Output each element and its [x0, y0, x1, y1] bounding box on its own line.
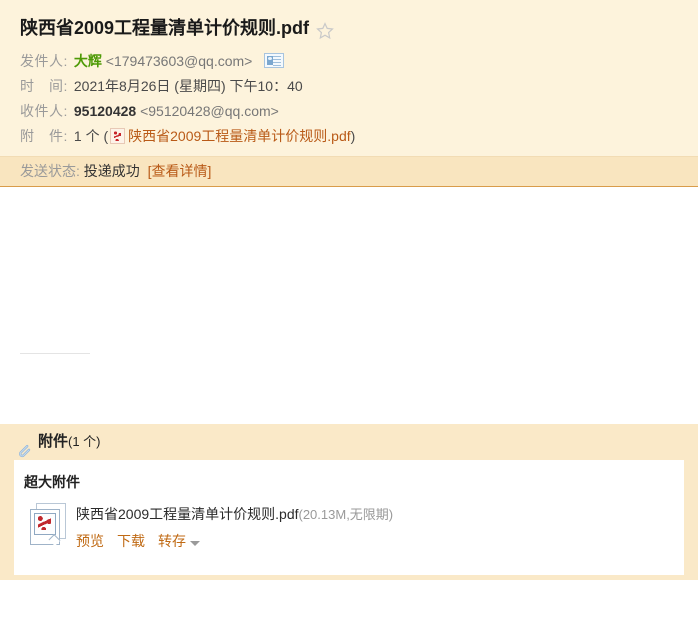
vcard-lines-glyph — [273, 56, 282, 68]
time-label: 时 间: — [20, 77, 68, 94]
attachments-panel: 超大附件 陕西省2009工程量清单计价规则.pdf(20.13M,无限期) 预览… — [0, 460, 698, 580]
star-outline-icon[interactable] — [316, 20, 334, 40]
pdf-file-icon — [110, 127, 126, 144]
paperclip-icon — [16, 436, 31, 457]
mail-subject-row: 陕西省2009工程量清单计价规则.pdf — [0, 12, 698, 48]
attachment-value: 1 个 ( 陕西省2009工程量清单计价规则.pdf) — [74, 123, 355, 148]
send-status-value: 投递成功 — [83, 163, 140, 179]
recipient-address: <95120428@qq.com> — [140, 102, 279, 119]
caret-down-icon[interactable] — [190, 540, 200, 546]
attachment-info: 陕西省2009工程量清单计价规则.pdf(20.13M,无限期) 预览 下载 转… — [76, 502, 393, 551]
pdf-icon-glyph — [38, 516, 51, 530]
sender-address: <179473603@qq.com> — [105, 52, 253, 69]
attachment-count: 1 个 — [73, 127, 100, 144]
list-item: 陕西省2009工程量清单计价规则.pdf(20.13M,无限期) 预览 下载 转… — [20, 502, 684, 551]
attachment-name-link[interactable]: 陕西省2009工程量清单计价规则.pdf — [128, 128, 351, 144]
attachment-actions: 预览 下载 转存 — [76, 531, 393, 551]
pdf-file-icon — [28, 503, 66, 547]
meta-row-attachment: 附 件: 1 个 ( 陕西省2009工程量清单计价规则.pdf) — [20, 123, 355, 148]
contact-card-icon[interactable] — [264, 53, 285, 69]
sender-name[interactable]: 大辉 — [74, 53, 102, 69]
sender-label: 发件人: — [20, 52, 68, 69]
attachments-heading: 附件 — [38, 433, 69, 450]
time-value: 2021年8月26日 (星期四) 下午10：40 — [73, 77, 303, 94]
recipient-name[interactable]: 95120428 — [74, 103, 136, 119]
paren-open: ( — [103, 127, 109, 144]
view-detail-link[interactable]: [查看详情] — [148, 163, 212, 179]
sender-value: 大辉 <179473603@qq.com> — [74, 48, 355, 73]
mail-body — [0, 187, 698, 424]
attachment-file-meta: (20.13M,无限期) — [298, 507, 394, 522]
download-link[interactable]: 下载 — [117, 531, 145, 551]
attachments-count: (1 个) — [68, 434, 101, 449]
attachment-label: 附 件: — [20, 127, 68, 144]
page-title: 陕西省2009工程量清单计价规则.pdf — [20, 18, 310, 38]
meta-row-sender: 发件人: 大辉 <179473603@qq.com> — [20, 48, 355, 73]
mail-header: 陕西省2009工程量清单计价规则.pdf 发件人: 大辉 <179473603@… — [0, 0, 698, 187]
recipient-value: 95120428 <95120428@qq.com> — [74, 98, 355, 123]
recipient-label: 收件人: — [20, 102, 68, 119]
attachments-header-bar: 附件 (1 个) — [0, 424, 698, 460]
mail-meta-table: 发件人: 大辉 <179473603@qq.com> 时 间: 2021年8月2… — [20, 48, 355, 148]
attachment-file-name[interactable]: 陕西省2009工程量清单计价规则.pdf — [76, 506, 299, 522]
huge-attachment-title: 超大附件 — [24, 474, 80, 490]
send-status-bar: 发送状态: 投递成功 [查看详情] — [0, 156, 698, 187]
meta-row-time: 时 间: 2021年8月26日 (星期四) 下午10：40 — [20, 73, 355, 98]
paren-close: ) — [350, 127, 356, 144]
send-status-label: 发送状态: — [20, 163, 80, 179]
preview-link[interactable]: 预览 — [76, 531, 104, 551]
save-to-link[interactable]: 转存 — [158, 531, 186, 551]
meta-row-recipient: 收件人: 95120428 <95120428@qq.com> — [20, 98, 355, 123]
attachment-file-row: 陕西省2009工程量清单计价规则.pdf(20.13M,无限期) — [76, 504, 393, 524]
body-divider — [20, 353, 90, 354]
